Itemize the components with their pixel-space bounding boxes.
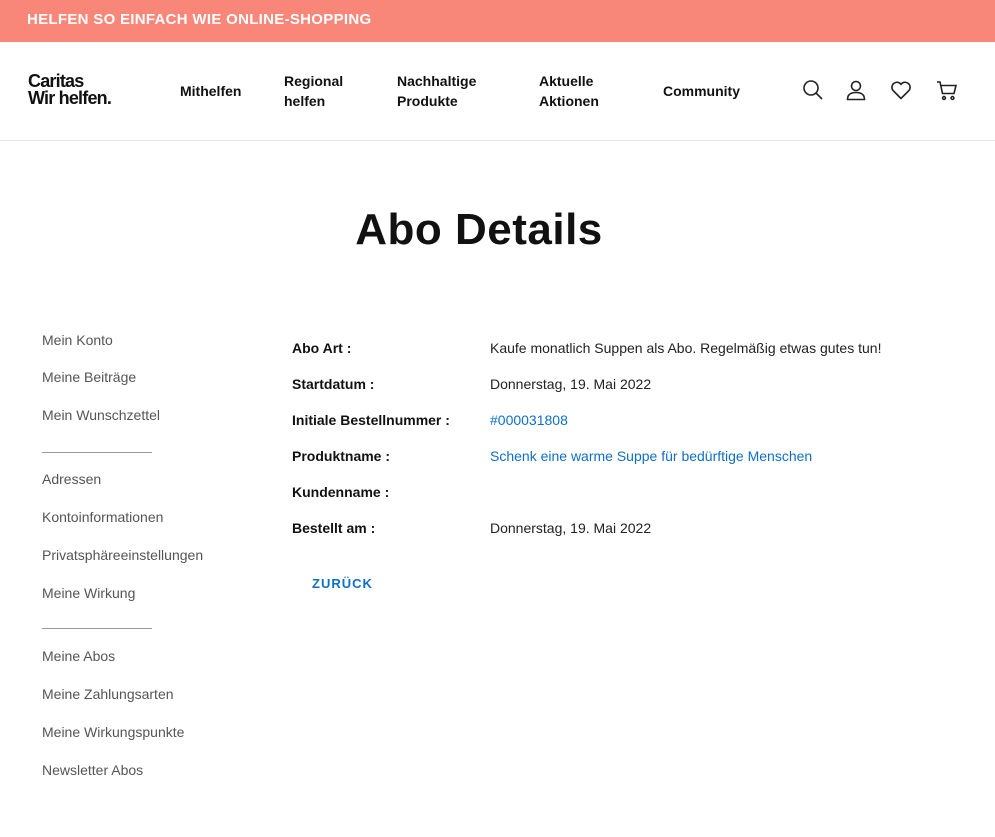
bestellnummer-label: Initiale Bestellnummer : — [292, 412, 450, 428]
abo-art-value: Kaufe monatlich Suppen als Abo. Regelmäß… — [490, 340, 882, 356]
search-icon[interactable] — [801, 78, 825, 102]
heart-icon[interactable] — [889, 78, 913, 102]
sidebar-divider — [42, 452, 152, 453]
abo-art-label: Abo Art : — [292, 340, 352, 356]
sidebar-item-mein-wunschzettel[interactable]: Mein Wunschzettel — [42, 407, 160, 423]
bestellt-am-value: Donnerstag, 19. Mai 2022 — [490, 520, 652, 536]
sidebar-item-privatsphaereeinstellungen[interactable]: Privatsphäreeinstellungen — [42, 547, 203, 563]
page-title: Abo Details — [355, 205, 603, 254]
produktname-link[interactable]: Schenk eine warme Suppe für bedürftige M… — [490, 448, 812, 464]
sidebar-item-meine-abos[interactable]: Meine Abos — [42, 648, 115, 664]
startdatum-label: Startdatum : — [292, 376, 375, 392]
caritas-logo[interactable]: Caritas Wir helfen. — [28, 72, 118, 108]
nav-nachhaltige-produkte[interactable]: Nachhaltige Produkte — [397, 71, 497, 111]
nav-aktuelle-aktionen[interactable]: Aktuelle Aktionen — [539, 71, 629, 111]
nav-mithelfen[interactable]: Mithelfen — [180, 81, 241, 101]
cart-icon[interactable] — [935, 78, 959, 102]
sidebar-item-meine-wirkungspunkte[interactable]: Meine Wirkungspunkte — [42, 724, 184, 740]
kundenname-label: Kundenname : — [292, 484, 390, 500]
sidebar-item-mein-konto[interactable]: Mein Konto — [42, 332, 113, 348]
bestellnummer-link[interactable]: #000031808 — [490, 412, 568, 428]
site-header: Caritas Wir helfen. Mithelfen Regional h… — [0, 42, 995, 141]
sidebar-item-kontoinformationen[interactable]: Kontoinformationen — [42, 509, 163, 525]
nav-regional-helfen[interactable]: Regional helfen — [284, 71, 364, 111]
sidebar-item-meine-wirkung[interactable]: Meine Wirkung — [42, 585, 135, 601]
sidebar-item-newsletter-abos[interactable]: Newsletter Abos — [42, 762, 143, 778]
logo-line-2: Wir helfen. — [28, 88, 112, 108]
startdatum-value: Donnerstag, 19. Mai 2022 — [490, 376, 652, 392]
sidebar-divider — [42, 628, 152, 629]
bestellt-am-label: Bestellt am : — [292, 520, 376, 536]
back-button[interactable]: ZURÜCK — [312, 576, 373, 591]
sidebar-item-meine-beitraege[interactable]: Meine Beiträge — [42, 369, 136, 385]
produktname-label: Produktname : — [292, 448, 391, 464]
sidebar-item-meine-zahlungsarten[interactable]: Meine Zahlungsarten — [42, 686, 174, 702]
promo-banner-text[interactable]: HELFEN SO EINFACH WIE ONLINE-SHOPPING — [27, 11, 371, 28]
promo-banner: HELFEN SO EINFACH WIE ONLINE-SHOPPING — [0, 0, 995, 42]
nav-community[interactable]: Community — [663, 81, 740, 101]
user-icon[interactable] — [844, 78, 868, 102]
sidebar-item-adressen[interactable]: Adressen — [42, 471, 101, 487]
